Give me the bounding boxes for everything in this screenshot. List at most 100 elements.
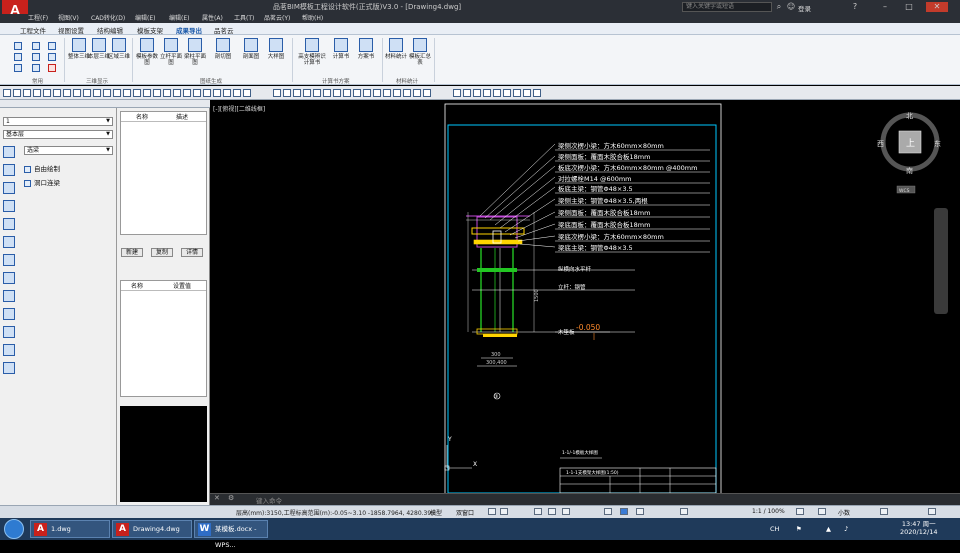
tab-cloud[interactable]: 品茗云	[214, 25, 234, 35]
lineweight-toggle-icon[interactable]	[604, 508, 612, 515]
toolbar-tool-icon[interactable]	[423, 89, 431, 97]
ime-indicator[interactable]: CH	[770, 525, 779, 533]
transparency-toggle-icon[interactable]	[620, 508, 628, 515]
grid-tool-icon[interactable]	[3, 164, 15, 176]
toolbar-tool-icon[interactable]	[413, 89, 421, 97]
layout-tab[interactable]: 双窗口	[456, 508, 474, 517]
tab-output[interactable]: 成果导出	[176, 25, 202, 35]
toolbar-tool-icon[interactable]	[233, 89, 241, 97]
command-line[interactable]	[210, 493, 960, 505]
floor-3d-button[interactable]: 本层三维	[88, 38, 110, 60]
maximize-icon[interactable]: □	[904, 2, 914, 12]
toolbar-tool-icon[interactable]	[383, 89, 391, 97]
formwork-summary-button[interactable]: 模板汇总表	[409, 38, 431, 66]
toolbar-tool-icon[interactable]	[523, 89, 531, 97]
selection-cycling-icon[interactable]	[636, 508, 644, 515]
copy-button[interactable]: 复制	[151, 248, 173, 257]
toolbar-tool-icon[interactable]	[503, 89, 511, 97]
detail-button[interactable]: 详情	[181, 248, 203, 257]
workspace-icon[interactable]	[796, 508, 804, 515]
copy-icon[interactable]	[14, 42, 22, 50]
beam-column-plan-button[interactable]: 梁柱平面图	[184, 38, 206, 66]
menu-tools[interactable]: 工具(T)	[234, 14, 254, 23]
taskbar-item-wps[interactable]: W 某模板.docx - WPS...	[194, 520, 268, 549]
toolbar-tool-icon[interactable]	[133, 89, 141, 97]
region-3d-button[interactable]: 区域三维	[108, 38, 130, 60]
column-tool-icon[interactable]	[3, 182, 15, 194]
menu-view[interactable]: 视图(V)	[58, 14, 79, 23]
whole-3d-button[interactable]: 整体三维	[68, 38, 90, 60]
toolbar-tool-icon[interactable]	[143, 89, 151, 97]
toolbar-tool-icon[interactable]	[83, 89, 91, 97]
toolbar-tool-icon[interactable]	[373, 89, 381, 97]
toolbar-tool-icon[interactable]	[53, 89, 61, 97]
navigation-bar[interactable]	[934, 208, 948, 314]
toolbar-tool-icon[interactable]	[243, 89, 251, 97]
toolbar-tool-icon[interactable]	[293, 89, 301, 97]
flag-icon[interactable]: ⚑	[796, 525, 802, 533]
stair-tool-icon[interactable]	[3, 254, 15, 266]
toolbar-tool-icon[interactable]	[303, 89, 311, 97]
user-icon[interactable]: ☺	[786, 2, 796, 12]
toolbar-tool-icon[interactable]	[113, 89, 121, 97]
menu-cad[interactable]: CAD转化(D)	[91, 14, 125, 23]
login-link[interactable]: 登录	[798, 3, 811, 13]
annotation-icon[interactable]	[680, 508, 688, 515]
lattice-tool-icon[interactable]	[3, 344, 15, 356]
section-view-button[interactable]: 剖面图	[240, 38, 262, 60]
menu-project[interactable]: 工程(F)	[28, 14, 48, 23]
toolbar-tool-icon[interactable]	[33, 89, 41, 97]
toolbar-tool-icon[interactable]	[313, 89, 321, 97]
toolbar-tool-icon[interactable]	[463, 89, 471, 97]
toolbar-tool-icon[interactable]	[473, 89, 481, 97]
scheme-book-button[interactable]: 方案书	[355, 38, 377, 60]
material-stats-button[interactable]: 材料统计	[385, 38, 407, 60]
start-button[interactable]	[4, 519, 24, 539]
model-tab[interactable]: 模型	[430, 508, 442, 517]
polar-toggle-icon[interactable]	[548, 508, 556, 515]
taskbar-item-1dwg[interactable]: A 1.dwg	[30, 520, 110, 538]
toolbar-tool-icon[interactable]	[213, 89, 221, 97]
scale-display[interactable]: 1:1 / 100%	[752, 508, 785, 515]
tab-view-settings[interactable]: 视图设置	[58, 25, 84, 35]
menu-help[interactable]: 帮助(H)	[302, 14, 323, 23]
close-icon[interactable]: ✕	[214, 494, 220, 502]
high-formwork-calc-button[interactable]: 高支模辨识计算书	[298, 38, 326, 66]
toolbar-tool-icon[interactable]	[513, 89, 521, 97]
close-icon[interactable]: ✕	[926, 2, 948, 12]
osnap-toggle-icon[interactable]	[562, 508, 570, 515]
snap-toggle-icon[interactable]	[500, 508, 508, 515]
mode-select[interactable]: 选梁 ▼	[24, 146, 113, 155]
menu-edit-2[interactable]: 编辑(E)	[169, 14, 189, 23]
grid-toggle-icon[interactable]	[488, 508, 496, 515]
toolbar-tool-icon[interactable]	[163, 89, 171, 97]
toolbar-tool-icon[interactable]	[393, 89, 401, 97]
beam-tool-icon[interactable]	[3, 146, 15, 158]
network-icon[interactable]: ▲	[826, 525, 831, 533]
toolbar-tool-icon[interactable]	[483, 89, 491, 97]
pole-plan-button[interactable]: 立杆平面图	[160, 38, 182, 66]
toolbar-tool-icon[interactable]	[403, 89, 411, 97]
toolbar-tool-icon[interactable]	[533, 89, 541, 97]
toolbar-tool-icon[interactable]	[123, 89, 131, 97]
erase-icon[interactable]	[48, 42, 56, 50]
taskbar-clock[interactable]: 13:47 周一 2020/12/14	[900, 520, 937, 536]
toolbar-tool-icon[interactable]	[23, 89, 31, 97]
toolbar-tool-icon[interactable]	[493, 89, 501, 97]
property-table[interactable]: 名称 设置值	[120, 280, 207, 397]
layer-select[interactable]: 基本层 ▼	[3, 130, 113, 139]
toolbar-tool-icon[interactable]	[73, 89, 81, 97]
toolbar-tool-icon[interactable]	[203, 89, 211, 97]
toolbar-tool-icon[interactable]	[343, 89, 351, 97]
toolbar-tool-icon[interactable]	[193, 89, 201, 97]
tab-formwork[interactable]: 模板支架	[137, 25, 163, 35]
ortho-toggle-icon[interactable]	[534, 508, 542, 515]
menu-cloud[interactable]: 品茗云(Y)	[264, 14, 290, 23]
slab-tool-icon[interactable]	[3, 218, 15, 230]
section-cut-button[interactable]: 剖切图	[212, 38, 234, 60]
formwork-param-drawing-button[interactable]: 模板参数图	[136, 38, 158, 66]
tab-structure-edit[interactable]: 结构编辑	[97, 25, 123, 35]
toolbar-tool-icon[interactable]	[173, 89, 181, 97]
search-input[interactable]: 键入关键字或短语	[682, 2, 772, 12]
toolbar-tool-icon[interactable]	[63, 89, 71, 97]
